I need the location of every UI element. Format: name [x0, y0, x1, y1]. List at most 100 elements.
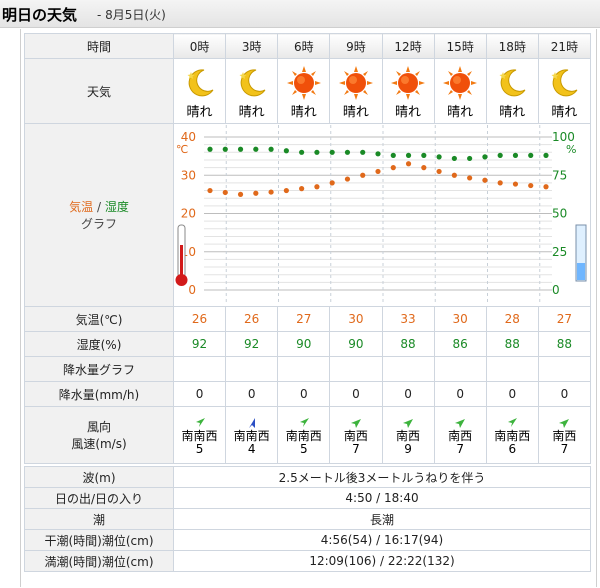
precip-cell: 0: [277, 381, 331, 407]
weather-cell: 晴れ: [433, 58, 487, 124]
wind-speed: 6: [508, 441, 517, 456]
wind-direction: 南西: [343, 428, 368, 443]
thermometer-fill: [180, 245, 183, 277]
precip-cell: 0: [485, 381, 539, 407]
left-axis-tick: 20: [181, 207, 196, 221]
title-bar: 明日の天気 - 8月5日(火): [0, 0, 600, 28]
sun-icon: [338, 65, 373, 100]
graph-label-word: グラフ: [80, 217, 117, 231]
wind-speed: 5: [299, 441, 308, 456]
humidity-cell: 88: [537, 331, 592, 357]
humidity-point: [482, 154, 488, 160]
info-row: 日の出/日の入り 4:50 / 18:40: [24, 487, 591, 509]
info-row: 干潮(時間)潮位(cm) 4:56(54) / 16:17(94): [24, 529, 591, 551]
moon-icon: [239, 68, 266, 96]
precip-cell: 0: [172, 381, 227, 407]
precip-cell: 0: [225, 381, 279, 407]
temp-cell: 26: [172, 306, 227, 332]
moon-icon: [499, 68, 526, 96]
precip-graph-cell: [485, 356, 539, 382]
humidity-point: [512, 152, 519, 158]
humidity-point: [497, 152, 503, 158]
marine-info-table: 波(m) 2.5メートル後3メートルうねりを伴う 日の出/日の入り 4:50 /…: [24, 466, 591, 572]
humidity-point: [405, 152, 412, 158]
temperature-point: [436, 168, 442, 175]
wind-direction: 南西: [396, 428, 421, 443]
left-axis-tick: 40: [181, 130, 196, 144]
thermometer-bulb: [175, 274, 188, 286]
temp-row: 気温(℃) 26 26 27 30 33 30 28 27: [24, 306, 592, 332]
weather-text: 晴れ: [186, 104, 213, 120]
wind-speed: 5: [195, 441, 204, 456]
temp-cell: 33: [381, 306, 435, 332]
precip-graph-cell: [172, 356, 227, 382]
info-row: 潮 長潮: [24, 508, 591, 530]
wind-cell: 南南西 5: [277, 406, 331, 464]
wind-direction: 南南西: [494, 428, 531, 443]
graph-label-hum: 湿度: [104, 200, 129, 214]
rain-gauge-fill: [577, 263, 585, 280]
left-axis-unit: ℃: [176, 143, 188, 156]
precip-graph-cell: [433, 356, 487, 382]
temperature-point: [329, 180, 335, 186]
time-cell: 12時: [381, 33, 435, 59]
info-value: 2.5メートル後3メートルうねりを伴う: [173, 466, 591, 488]
temperature-point: [344, 176, 351, 182]
temperature-point: [207, 187, 213, 194]
temperature-point: [253, 190, 259, 196]
graph-label-temp: 気温: [69, 200, 94, 214]
temp-label: 気温(℃): [24, 306, 174, 332]
humidity-row: 湿度(%) 92 92 90 90 88 86 88 88: [24, 331, 592, 357]
humidity-point: [283, 148, 289, 154]
humidity-point: [543, 152, 549, 158]
graph-label: 気温 / 湿度 グラフ: [24, 123, 174, 307]
humidity-point: [329, 149, 335, 155]
temperature-point: [237, 191, 244, 197]
temp-cell: 26: [225, 306, 279, 332]
wind-speed: 7: [560, 441, 569, 456]
info-label: 波(m): [24, 466, 174, 488]
precip-graph-cell: [277, 356, 331, 382]
weather-cell: 晴れ: [381, 58, 435, 124]
precip-graph-row: 降水量グラフ: [24, 356, 592, 382]
wind-direction: 南南西: [181, 428, 218, 443]
weather-label: 天気: [24, 58, 174, 124]
humidity-point: [390, 152, 396, 158]
time-cell: 21時: [537, 33, 592, 59]
weather-text: 晴れ: [551, 104, 578, 120]
weather-cell: 晴れ: [277, 58, 331, 124]
weather-text: 晴れ: [447, 104, 474, 120]
wind-speed: 4: [247, 441, 256, 456]
temperature-point: [283, 187, 289, 194]
precip-cell: 0: [329, 381, 383, 407]
right-axis-tick: 100: [552, 130, 575, 144]
precip-row: 降水量(mm/h) 0 0 0 0 0 0 0 0: [24, 381, 592, 407]
temperature-point: [467, 175, 473, 181]
info-row: 満潮(時間)潮位(cm) 12:09(106) / 22:22(132): [24, 550, 591, 572]
precip-label: 降水量(mm/h): [24, 381, 174, 407]
wind-label-speed: 風速(m/s): [71, 437, 127, 451]
wind-arrow-icon: [248, 417, 255, 428]
wind-speed: 7: [352, 441, 360, 456]
humidity-cell: 88: [381, 331, 435, 357]
wind-direction: 南南西: [233, 428, 270, 443]
info-value: 4:50 / 18:40: [173, 487, 591, 509]
temp-cell: 30: [329, 306, 383, 332]
humidity-point: [207, 146, 213, 152]
temperature-point: [375, 168, 381, 175]
wind-arrow-icon: [455, 418, 466, 428]
graph-row: 気温 / 湿度 グラフ 40 30 20 10 0 ℃ 100 75 50 25 0%: [24, 123, 591, 307]
wind-cell: 南南西 5: [172, 406, 227, 464]
moon-icon: [551, 68, 578, 96]
weather-cell: 晴れ: [172, 58, 227, 124]
humidity-point: [467, 155, 473, 162]
weather-cell: 晴れ: [225, 58, 279, 124]
wind-direction: 南西: [448, 428, 473, 443]
temperature-point: [360, 172, 366, 178]
humidity-point: [436, 154, 442, 160]
temperature-point: [405, 161, 412, 167]
sun-icon: [391, 65, 426, 100]
time-cell: 18時: [485, 33, 539, 59]
info-value: 4:56(54) / 16:17(94): [173, 529, 591, 551]
temperature-point: [268, 189, 274, 195]
